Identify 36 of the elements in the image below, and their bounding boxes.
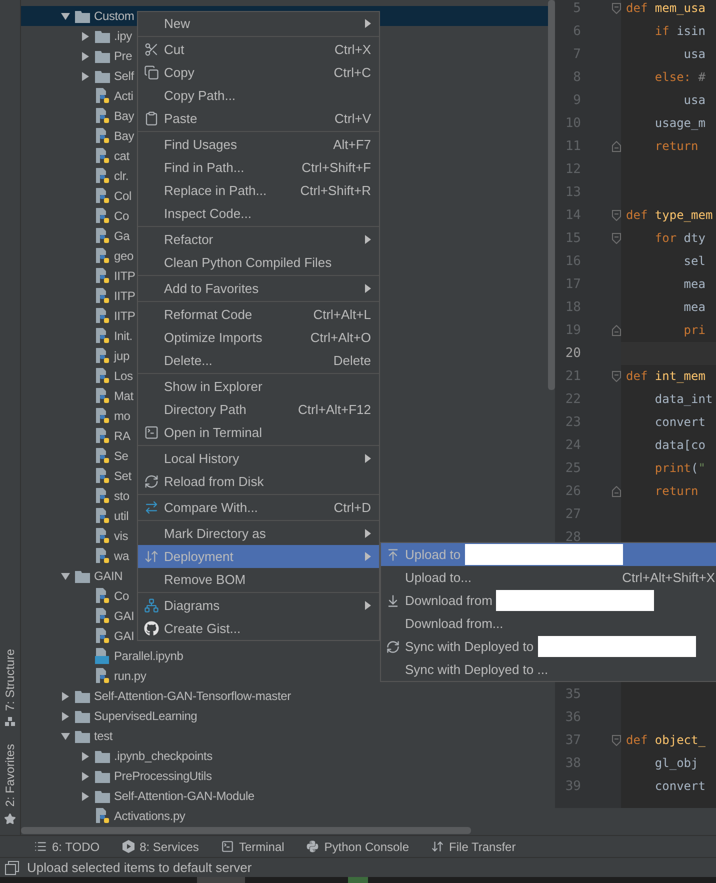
status-message: Upload selected items to default server	[27, 860, 252, 875]
code-line: def mem_usa	[625, 0, 706, 17]
code-line: convert	[654, 414, 706, 431]
code-line: data[co	[654, 437, 706, 454]
code-line: else: #	[654, 69, 706, 86]
shortcut-text: Ctrl+Alt+O	[310, 330, 371, 345]
shortcut-text: Ctrl+C	[334, 65, 371, 80]
shortcut-text: Ctrl+X	[334, 42, 371, 57]
shortcut-text: Ctrl+V	[334, 111, 371, 126]
shortcut-text: Ctrl+Alt+F12	[298, 402, 371, 417]
shortcut-text: Ctrl+Alt+Shift+X	[622, 570, 715, 585]
shortcut-text: Ctrl+Shift+F	[302, 160, 371, 175]
shortcut-text: Delete	[333, 353, 371, 368]
shortcut-text: Ctrl+D	[334, 500, 371, 515]
code-line: def type_mem	[625, 207, 714, 224]
code-line: mea	[682, 276, 706, 293]
shortcut-text: Alt+F7	[333, 137, 371, 152]
shortcut-text: Ctrl+Shift+R	[300, 183, 371, 198]
code-line: def object_	[625, 732, 706, 749]
code-line: for dty	[654, 230, 706, 247]
code-line: usage_m	[654, 115, 706, 132]
code-line: usa	[682, 46, 706, 63]
code-line: data_int	[654, 391, 714, 408]
code-line: sel	[682, 253, 706, 270]
code-line: convert	[654, 778, 706, 795]
code-line: return	[654, 483, 700, 500]
line-number: 20	[564, 345, 581, 363]
code-line: if isin	[654, 23, 706, 40]
code-line: usa	[682, 92, 706, 109]
code-line: def int_mem	[625, 368, 706, 385]
shortcut-text: Ctrl+Alt+L	[313, 307, 371, 322]
code-line: print("	[654, 460, 706, 477]
code-line: mea	[682, 299, 706, 316]
code-line: return	[654, 138, 700, 155]
code-line: gl_obj	[654, 755, 700, 772]
code-line: pri	[682, 322, 706, 339]
